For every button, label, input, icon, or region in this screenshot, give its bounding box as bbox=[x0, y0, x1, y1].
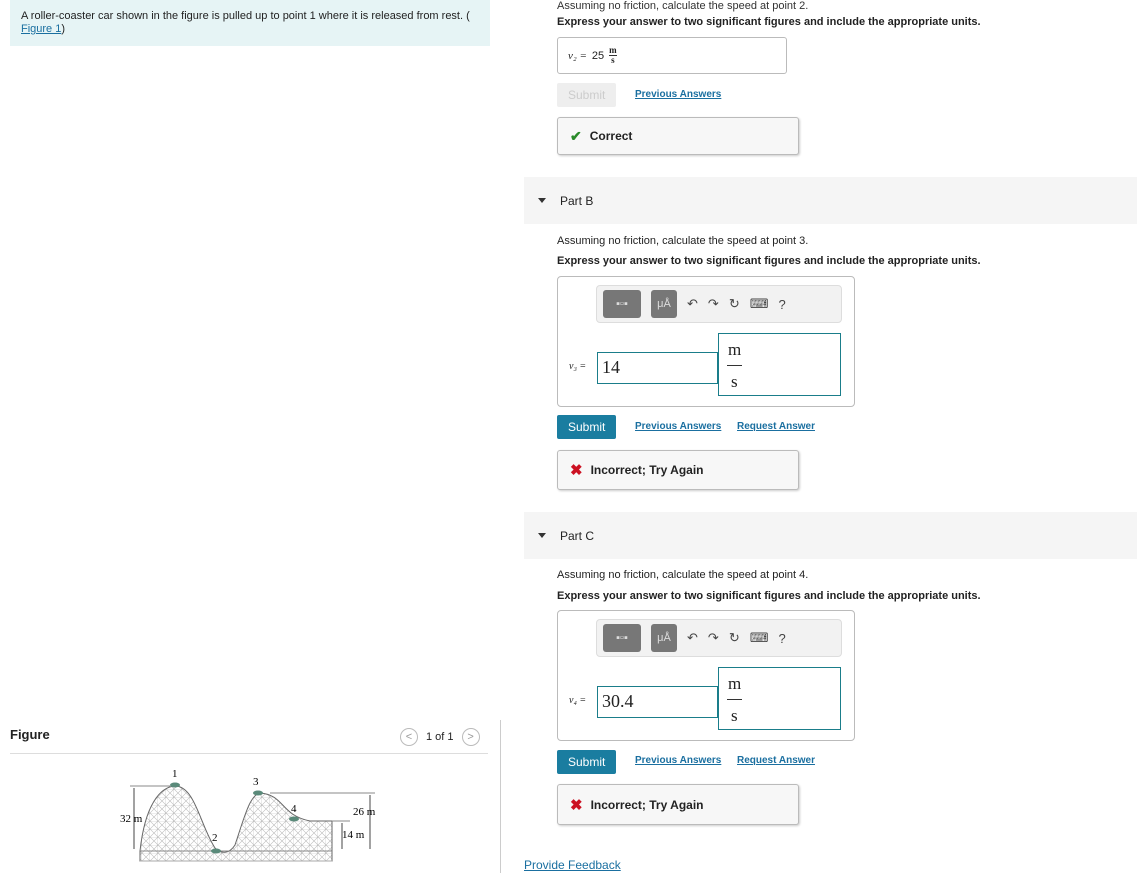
partb-instruction: Express your answer to two significant f… bbox=[557, 255, 981, 267]
roller-coaster-figure: 1 2 3 4 32 m 26 m 14 m bbox=[120, 768, 376, 862]
next-figure-button[interactable]: > bbox=[461, 728, 480, 746]
point-3-label: 3 bbox=[253, 776, 259, 788]
partb-value-input[interactable]: 14 bbox=[597, 352, 718, 384]
undo-icon[interactable]: ↶ bbox=[687, 630, 698, 646]
partb-previous-answers-link[interactable]: Previous Answers bbox=[635, 421, 721, 432]
partc-question: Assuming no friction, calculate the spee… bbox=[557, 569, 809, 581]
partc-feedback: ✖ Incorrect; Try Again bbox=[557, 784, 799, 825]
reset-icon[interactable]: ↻ bbox=[729, 296, 740, 312]
problem-statement: A roller-coaster car shown in the figure… bbox=[10, 0, 490, 46]
units-button[interactable]: μÅ bbox=[651, 290, 677, 318]
x-icon: ✖ bbox=[570, 796, 583, 814]
partb-question: Assuming no friction, calculate the spee… bbox=[557, 235, 809, 247]
help-icon[interactable]: ? bbox=[778, 631, 785, 646]
point-1-label: 1 bbox=[172, 768, 178, 780]
redo-icon[interactable]: ↷ bbox=[708, 630, 719, 646]
parta-instruction: Express your answer to two significant f… bbox=[557, 16, 981, 28]
figure-pager: < 1 of 1 > bbox=[400, 728, 480, 746]
parta-previous-answers-link[interactable]: Previous Answers bbox=[635, 89, 721, 100]
partc-previous-answers-link[interactable]: Previous Answers bbox=[635, 755, 721, 766]
partc-submit-button[interactable]: Submit bbox=[557, 750, 617, 774]
keyboard-icon[interactable]: ⌨ bbox=[750, 630, 769, 646]
point-4-label: 4 bbox=[291, 803, 297, 815]
reset-icon[interactable]: ↻ bbox=[729, 630, 740, 646]
panel-divider bbox=[500, 720, 501, 873]
partc-request-answer-link[interactable]: Request Answer bbox=[737, 755, 815, 766]
templates-icon[interactable]: ▪▫▪ bbox=[603, 624, 641, 652]
height-14-label: 14 m bbox=[342, 829, 365, 841]
partc-editor: ▪▫▪ μÅ ↶ ↷ ↻ ⌨ ? v₄ = 30.4 m s bbox=[557, 610, 855, 741]
track bbox=[139, 785, 333, 862]
templates-icon[interactable]: ▪▫▪ bbox=[603, 290, 641, 318]
figure-divider bbox=[10, 753, 488, 754]
parta-feedback: ✔ Correct bbox=[557, 117, 799, 155]
partb-feedback: ✖ Incorrect; Try Again bbox=[557, 450, 799, 490]
height-32-label: 32 m bbox=[120, 813, 143, 825]
height-26-label: 26 m bbox=[353, 806, 376, 818]
units-button[interactable]: μÅ bbox=[651, 624, 677, 652]
partc-unit-input[interactable]: m s bbox=[718, 667, 841, 730]
figure-title: Figure bbox=[10, 727, 50, 742]
partc-instruction: Express your answer to two significant f… bbox=[557, 590, 981, 602]
partc-header[interactable]: Part C bbox=[524, 512, 1137, 559]
prev-figure-button[interactable]: < bbox=[400, 728, 418, 746]
x-icon: ✖ bbox=[570, 462, 583, 479]
figure-link[interactable]: Figure 1 bbox=[21, 23, 61, 35]
partb-editor: ▪▫▪ μÅ ↶ ↷ ↻ ⌨ ? v₃ = 14 m s bbox=[557, 276, 855, 407]
provide-feedback-link[interactable]: Provide Feedback bbox=[524, 858, 621, 872]
keyboard-icon[interactable]: ⌨ bbox=[750, 296, 769, 312]
parta-question: Assuming no friction, calculate the spee… bbox=[557, 0, 809, 12]
parta-answer: v₂ = 25 ms bbox=[557, 37, 787, 74]
collapse-icon bbox=[538, 533, 546, 538]
partb-toolbar: ▪▫▪ μÅ ↶ ↷ ↻ ⌨ ? bbox=[596, 285, 842, 323]
parta-submit-button[interactable]: Submit bbox=[557, 83, 617, 107]
partc-toolbar: ▪▫▪ μÅ ↶ ↷ ↻ ⌨ ? bbox=[596, 619, 842, 657]
partc-value-input[interactable]: 30.4 bbox=[597, 686, 718, 718]
partb-request-answer-link[interactable]: Request Answer bbox=[737, 421, 815, 432]
undo-icon[interactable]: ↶ bbox=[687, 296, 698, 312]
partb-submit-button[interactable]: Submit bbox=[557, 415, 617, 439]
collapse-icon bbox=[538, 198, 546, 203]
help-icon[interactable]: ? bbox=[778, 297, 785, 312]
redo-icon[interactable]: ↷ bbox=[708, 296, 719, 312]
check-icon: ✔ bbox=[570, 127, 582, 144]
partb-unit-input[interactable]: m s bbox=[718, 333, 841, 396]
partb-header[interactable]: Part B bbox=[524, 177, 1137, 224]
page-indicator: 1 of 1 bbox=[426, 731, 454, 743]
point-2-label: 2 bbox=[212, 832, 218, 844]
